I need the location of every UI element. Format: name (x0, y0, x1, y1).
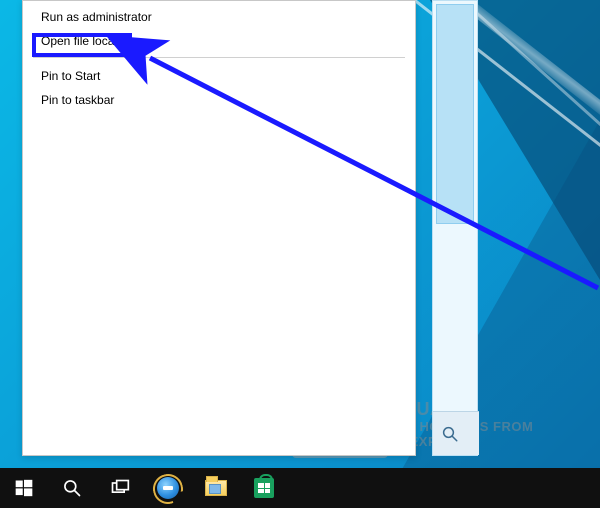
scrollbar-thumb[interactable] (436, 4, 474, 224)
menu-separator (33, 57, 405, 58)
taskview-icon (110, 478, 130, 498)
taskbar-search-button[interactable] (48, 468, 96, 508)
scrollbar-track[interactable] (433, 1, 477, 411)
file-explorer-icon (205, 480, 227, 496)
context-menu: Run as administrator Open file location … (22, 0, 416, 456)
menu-item-pin-to-start[interactable]: Pin to Start (23, 64, 415, 88)
taskbar (0, 468, 600, 508)
search-cell[interactable] (433, 411, 479, 455)
search-icon (441, 425, 459, 443)
menu-item-run-as-administrator[interactable]: Run as administrator (23, 5, 415, 29)
menu-item-open-file-location[interactable]: Open file location (23, 29, 415, 53)
windows-store-icon (254, 478, 274, 498)
taskview-button[interactable] (96, 468, 144, 508)
search-icon (62, 478, 82, 498)
menu-item-pin-to-taskbar[interactable]: Pin to taskbar (23, 88, 415, 112)
start-button[interactable] (0, 468, 48, 508)
file-explorer-button[interactable] (192, 468, 240, 508)
windows-store-button[interactable] (240, 468, 288, 508)
start-search-panel (432, 0, 478, 456)
start-icon (14, 478, 34, 498)
internet-explorer-icon (157, 477, 179, 499)
internet-explorer-button[interactable] (144, 468, 192, 508)
